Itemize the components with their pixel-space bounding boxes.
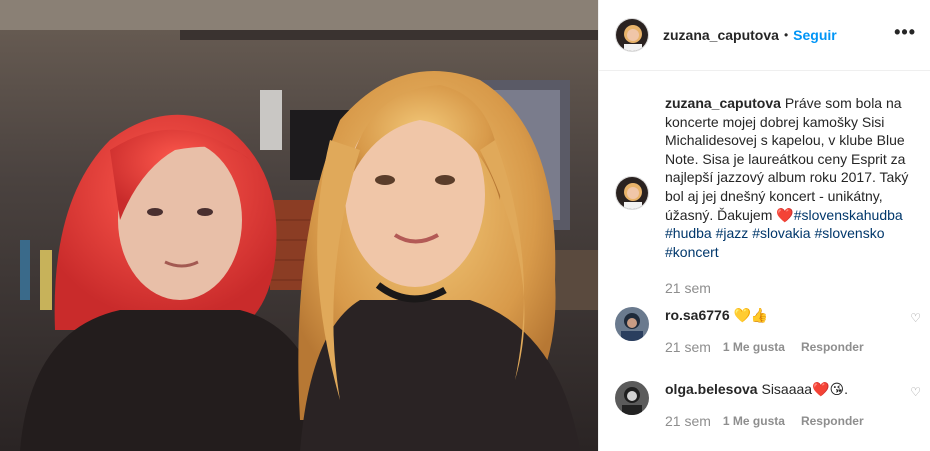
heart-icon[interactable]: ♡ — [910, 311, 921, 325]
author-username-link[interactable]: zuzana_caputova — [663, 27, 779, 43]
caption-username-link[interactable]: zuzana_caputova — [665, 95, 781, 111]
post-caption: zuzana_caputova Práve som bola na koncer… — [615, 94, 915, 298]
hashtag-link[interactable]: #slovensko — [814, 225, 884, 241]
comment-body: ro.sa6776 💛👍 21 sem 1 Me gusta Responder — [665, 307, 923, 355]
post-header: zuzana_caputova • Seguir ••• — [599, 0, 930, 71]
caption-text: Práve som bola na koncerte mojej dobrej … — [665, 95, 909, 223]
comment-body: olga.belesova Sisaaaa❤️😘. 21 sem 1 Me gu… — [665, 381, 923, 429]
hashtag-link[interactable]: #slovenskahudba — [794, 207, 903, 223]
commenter-avatar-image — [615, 381, 649, 415]
commenter-username-link[interactable]: ro.sa6776 — [665, 307, 730, 323]
separator-dot: • — [783, 28, 789, 42]
comment-text: 💛👍 — [729, 307, 769, 323]
comment-meta: 21 sem 1 Me gusta Responder — [665, 339, 923, 355]
reply-button[interactable]: Responder — [801, 414, 864, 428]
author-avatar-image — [616, 19, 648, 51]
commenter-username-link[interactable]: olga.belesova — [665, 381, 758, 397]
heart-icon[interactable]: ♡ — [910, 385, 921, 399]
caption-body: zuzana_caputova Práve som bola na koncer… — [665, 94, 915, 298]
red-heart-emoji: ❤️ — [776, 206, 794, 223]
follow-button[interactable]: Seguir — [793, 27, 837, 43]
caption-author-avatar-image — [616, 177, 648, 209]
comment-meta: 21 sem 1 Me gusta Responder — [665, 413, 923, 429]
reply-button[interactable]: Responder — [801, 340, 864, 354]
comment-likes-link[interactable]: 1 Me gusta — [723, 414, 785, 428]
comment-likes-link[interactable]: 1 Me gusta — [723, 340, 785, 354]
commenter-avatar[interactable] — [615, 307, 649, 341]
more-options-icon[interactable]: ••• — [894, 22, 916, 43]
hashtag-link[interactable]: #jazz — [716, 225, 749, 241]
hashtag-link[interactable]: #hudba — [665, 225, 712, 241]
author-avatar[interactable] — [615, 18, 649, 52]
comment-timestamp[interactable]: 21 sem — [665, 413, 711, 429]
comment-text: Sisaaaa❤️😘. — [757, 381, 848, 397]
commenter-avatar-image — [615, 307, 649, 341]
hashtag-link[interactable]: #koncert — [665, 244, 719, 260]
caption-author-avatar[interactable] — [615, 176, 649, 210]
photo-illustration — [0, 0, 598, 451]
caption-timestamp[interactable]: 21 sem — [665, 279, 915, 298]
comment-item: ro.sa6776 💛👍 21 sem 1 Me gusta Responder… — [615, 307, 923, 355]
post-side-panel: zuzana_caputova • Seguir ••• zuzana_capu… — [598, 0, 930, 451]
comment-item: olga.belesova Sisaaaa❤️😘. 21 sem 1 Me gu… — [615, 381, 923, 429]
hashtag-link[interactable]: #slovakia — [752, 225, 810, 241]
comment-timestamp[interactable]: 21 sem — [665, 339, 711, 355]
instagram-post: zuzana_caputova • Seguir ••• zuzana_capu… — [0, 0, 930, 451]
post-photo[interactable] — [0, 0, 598, 451]
commenter-avatar[interactable] — [615, 381, 649, 415]
